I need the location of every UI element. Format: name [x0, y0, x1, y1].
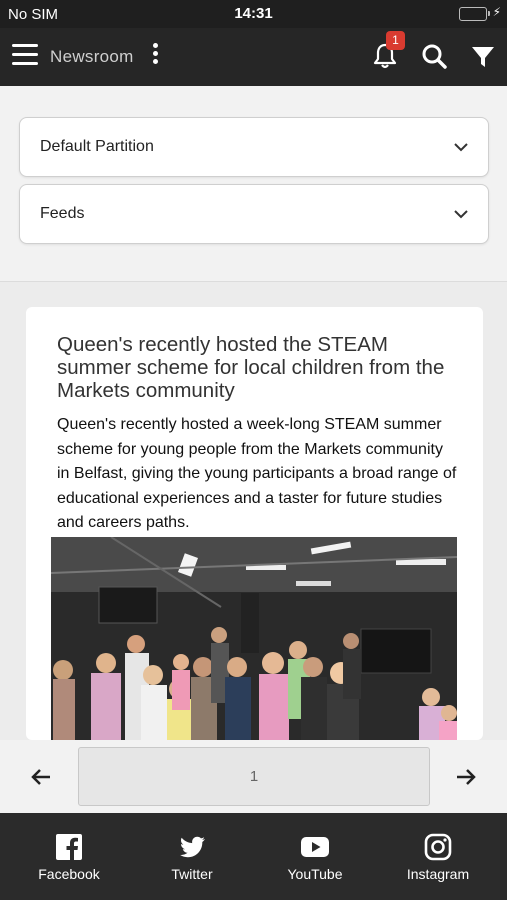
instagram-icon	[424, 833, 452, 861]
filters-panel: Default Partition Feeds	[0, 86, 507, 282]
more-options-icon[interactable]	[150, 43, 160, 69]
charging-icon: ⚡	[492, 5, 501, 19]
pagination-bar: 1	[0, 740, 507, 813]
arrow-left-icon[interactable]	[30, 768, 52, 786]
twitter-label: Twitter	[171, 866, 213, 882]
filter-icon[interactable]	[470, 44, 496, 70]
article-card[interactable]: Queen's recently hosted the STEAM summer…	[26, 307, 483, 740]
instagram-link[interactable]: Instagram	[375, 813, 501, 900]
instagram-label: Instagram	[406, 866, 470, 882]
youtube-label: YouTube	[287, 866, 343, 882]
clock: 14:31	[234, 5, 273, 22]
twitter-icon	[180, 836, 205, 858]
chevron-down-icon	[454, 143, 468, 152]
hamburger-menu-icon[interactable]	[12, 44, 38, 68]
page-title: Newsroom	[50, 47, 134, 66]
facebook-icon	[56, 834, 82, 860]
app-header: Newsroom 1	[0, 28, 507, 86]
feeds-dropdown-label: Feeds	[40, 205, 85, 222]
youtube-icon	[301, 837, 329, 857]
twitter-link[interactable]: Twitter	[129, 813, 255, 900]
facebook-link[interactable]: Facebook	[6, 813, 132, 900]
current-page-indicator[interactable]: 1	[78, 747, 430, 806]
notification-badge: 1	[386, 31, 405, 50]
article-summary: Queen's recently hosted a week-long STEA…	[57, 416, 457, 531]
social-footer: Facebook Twitter YouTube Instagram	[0, 813, 507, 900]
arrow-right-icon[interactable]	[455, 768, 477, 786]
article-title[interactable]: Queen's recently hosted the STEAM summer…	[57, 333, 467, 402]
status-bar: No SIM 14:31 ⚡	[0, 0, 507, 28]
feeds-dropdown[interactable]: Feeds	[19, 184, 489, 244]
search-icon[interactable]	[420, 42, 448, 70]
partition-dropdown-label: Default Partition	[40, 138, 154, 155]
partition-dropdown[interactable]: Default Partition	[19, 117, 489, 177]
battery-icon	[459, 7, 490, 21]
facebook-label: Facebook	[38, 866, 100, 882]
youtube-link[interactable]: YouTube	[252, 813, 378, 900]
chevron-down-icon	[454, 210, 468, 219]
article-image[interactable]	[51, 537, 457, 740]
